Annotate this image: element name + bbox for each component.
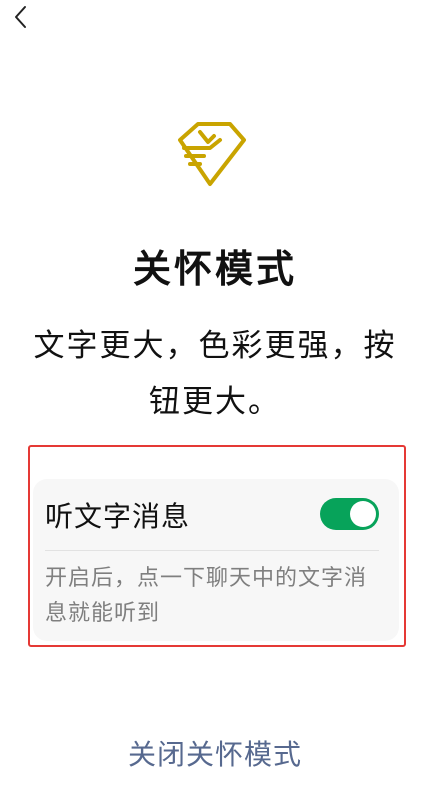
chevron-left-icon bbox=[13, 5, 27, 33]
mode-description: 文字更大，色彩更强，按钮更大。 bbox=[33, 328, 397, 420]
toggle-knob bbox=[350, 501, 376, 527]
setting-description: 开启后，点一下聊天中的文字消息就能听到 bbox=[45, 566, 368, 626]
page-title: 关怀模式 bbox=[132, 247, 297, 291]
divider bbox=[45, 550, 379, 551]
listen-text-setting-card: 听文字消息 开启后，点一下聊天中的文字消息就能听到 bbox=[33, 479, 399, 641]
setting-label: 听文字消息 bbox=[45, 500, 191, 533]
close-care-mode-link[interactable]: 关闭关怀模式 bbox=[0, 733, 430, 773]
care-hand-heart-icon bbox=[170, 116, 254, 190]
back-button[interactable] bbox=[6, 4, 34, 34]
listen-text-toggle[interactable] bbox=[320, 498, 379, 530]
